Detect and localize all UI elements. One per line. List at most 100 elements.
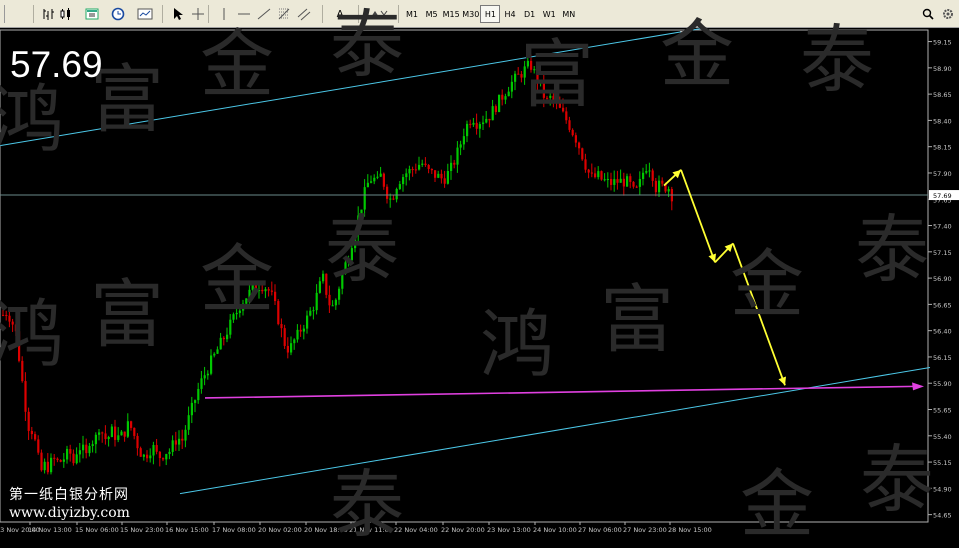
candle-body <box>488 118 491 121</box>
x-tick-label: 16 Nov 15:00 <box>165 526 209 534</box>
timeframe-mn[interactable]: MN <box>559 5 579 23</box>
y-tick-label: 57.40 <box>933 223 952 231</box>
candle-body <box>421 163 424 165</box>
channel-lower-line <box>179 366 931 495</box>
candle-body <box>171 440 174 452</box>
candle-body <box>475 122 478 129</box>
candle-body <box>158 451 161 459</box>
watermark-char: 金 <box>660 12 734 98</box>
timeframe-w1[interactable]: W1 <box>539 5 559 23</box>
toolbar-grip <box>33 5 34 23</box>
timeframe-m5[interactable]: M5 <box>422 5 442 23</box>
candle-body <box>610 178 613 185</box>
crosshair-icon[interactable] <box>190 5 206 23</box>
x-tick-label: 15 Nov 06:00 <box>75 526 119 534</box>
y-tick-label: 56.65 <box>933 301 952 309</box>
candle-body <box>411 169 414 171</box>
timeframe-d1[interactable]: D1 <box>520 5 540 23</box>
candle-body <box>280 324 283 329</box>
candle-body <box>107 437 110 440</box>
timeframe-m1[interactable]: M1 <box>402 5 422 23</box>
candle-body <box>331 305 334 307</box>
candle-body <box>450 162 453 172</box>
candle-body <box>184 429 187 441</box>
y-tick-label: 58.90 <box>933 65 952 73</box>
candle-body <box>626 176 629 187</box>
candle-body <box>382 173 385 187</box>
candle-body <box>27 411 30 431</box>
search-icon[interactable] <box>920 5 936 23</box>
horizontal-line-icon[interactable] <box>236 5 252 23</box>
candle-body <box>654 180 657 193</box>
candle-body <box>296 329 299 340</box>
candle-body <box>386 186 389 199</box>
vertical-line-icon[interactable] <box>216 5 232 23</box>
x-tick-label: 20 Nov 02:00 <box>258 526 302 534</box>
candle-body <box>392 198 395 200</box>
candle-body <box>629 176 632 182</box>
timeframe-h1[interactable]: H1 <box>480 5 501 23</box>
y-tick-label: 54.65 <box>933 512 952 520</box>
candle-body <box>274 291 277 302</box>
candle-body <box>200 378 203 389</box>
candle-body <box>501 94 504 100</box>
cursor-icon[interactable] <box>170 5 186 23</box>
candle-body <box>408 169 411 174</box>
candle-body <box>139 448 142 457</box>
candle-body <box>290 343 293 353</box>
candle-body <box>120 431 123 436</box>
support-arrow-line <box>204 385 916 399</box>
timeframe-m15[interactable]: M15 <box>441 5 461 23</box>
candle-body <box>574 135 577 143</box>
candle-body <box>46 461 49 473</box>
candle-body <box>194 400 197 403</box>
candle-body <box>462 136 465 145</box>
support-arrow-head <box>912 382 924 391</box>
y-tick-label: 59.15 <box>933 39 952 47</box>
candle-body <box>632 181 635 187</box>
candle-body <box>453 162 456 165</box>
candle-body <box>94 434 97 445</box>
candle-body <box>590 172 593 174</box>
candle-body <box>645 171 648 173</box>
y-tick-label: 54.90 <box>933 485 952 493</box>
candle-body <box>174 440 177 445</box>
x-tick-label: 24 Nov 10:00 <box>533 526 577 534</box>
candle-body <box>389 198 392 200</box>
candle-body <box>40 452 43 471</box>
candle-body <box>398 184 401 190</box>
price-chart[interactable]: 鸿 富 金 泰 富 金 泰 鸿 富 金 泰 鸿 富 金 泰 泰 金 泰 59.1… <box>0 8 959 542</box>
template-icon[interactable] <box>136 5 154 23</box>
bar-chart-icon[interactable] <box>40 5 56 23</box>
candlestick-icon[interactable] <box>58 5 74 23</box>
watermark-char: 泰 <box>800 17 874 103</box>
candle-body <box>594 173 597 178</box>
clock-icon[interactable] <box>110 5 126 23</box>
watermark-char: 金 <box>200 22 274 108</box>
toolbar-separator <box>162 5 163 23</box>
timeframe-h4[interactable]: H4 <box>500 5 520 23</box>
toolbar-grip <box>4 5 5 23</box>
candle-body <box>328 294 331 306</box>
candle-body <box>206 373 209 376</box>
new-chart-icon[interactable] <box>84 5 102 23</box>
y-tick-label: 55.40 <box>933 433 952 441</box>
candle-body <box>635 186 638 188</box>
settings-icon[interactable] <box>940 5 956 23</box>
candle-body <box>482 122 485 125</box>
trendline-icon[interactable] <box>256 5 272 23</box>
candle-body <box>334 299 337 306</box>
timeframe-m30[interactable]: M30 <box>461 5 481 23</box>
fibonacci-icon[interactable] <box>276 5 292 23</box>
watermark-char: 金 <box>740 462 814 548</box>
watermark-char: 泰 <box>330 462 404 548</box>
candle-body <box>472 122 475 125</box>
candle-body <box>469 123 472 125</box>
channel-icon[interactable] <box>296 5 312 23</box>
watermark-char: 泰 <box>855 207 929 293</box>
candle-body <box>597 171 600 178</box>
candle-body <box>293 339 296 344</box>
candle-body <box>405 173 408 178</box>
watermark-char: 鸿 <box>480 302 554 388</box>
candle-body <box>114 426 117 440</box>
